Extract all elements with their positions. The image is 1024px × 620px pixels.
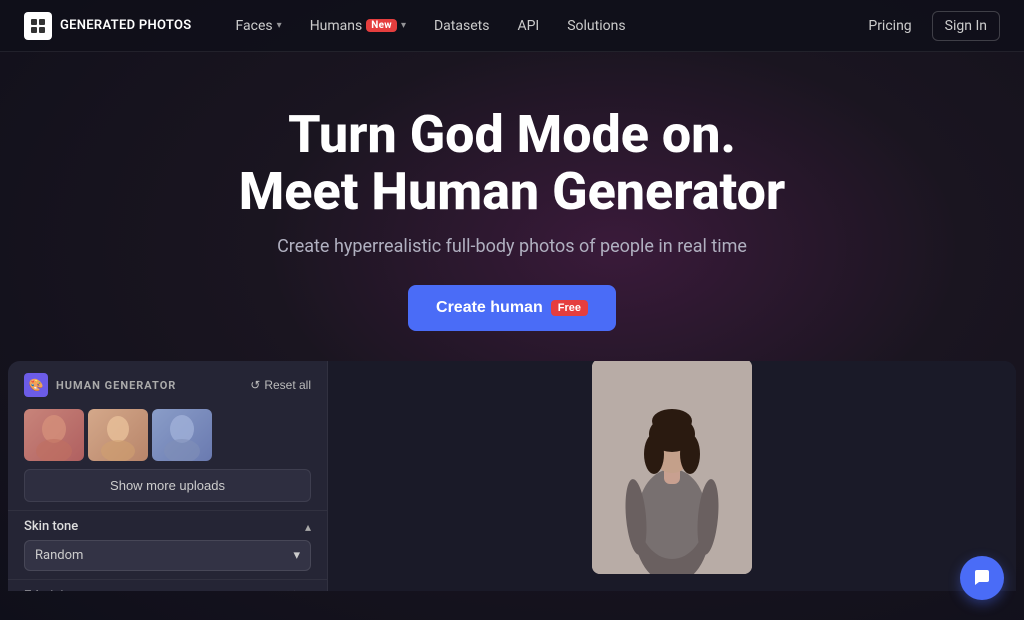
skin-tone-label: Skin tone [24, 519, 78, 534]
panel-header: 🎨 HUMAN GENERATOR ↺ Reset all [8, 361, 327, 405]
nav-item-datasets[interactable]: Datasets [422, 12, 501, 40]
signin-button[interactable]: Sign In [932, 11, 1000, 41]
nav-item-api[interactable]: API [505, 12, 551, 40]
generated-photo [592, 361, 752, 574]
hero-section: Turn God Mode on. Meet Human Generator C… [0, 52, 1024, 361]
skin-tone-control: Skin tone ▴ Random ▾ [8, 510, 327, 579]
panel-title-row: 🎨 HUMAN GENERATOR [24, 373, 176, 397]
chevron-down-icon: ▾ [293, 548, 300, 563]
hero-subtitle: Create hyperrealistic full-body photos o… [24, 236, 1000, 257]
nav-item-solutions[interactable]: Solutions [555, 12, 637, 40]
new-badge: New [366, 19, 397, 32]
panel-title: HUMAN GENERATOR [56, 379, 176, 392]
free-badge: Free [551, 300, 588, 316]
bottom-section: 🎨 HUMAN GENERATOR ↺ Reset all [8, 361, 1016, 591]
hero-title: Turn God Mode on. Meet Human Generator [24, 106, 1000, 220]
reset-button[interactable]: ↺ Reset all [250, 378, 311, 392]
show-more-uploads-button[interactable]: Show more uploads [24, 469, 311, 502]
panel-icon: 🎨 [24, 373, 48, 397]
nav-links: Faces ▾ Humans New ▾ Datasets API Soluti… [224, 12, 857, 40]
chat-button[interactable] [960, 556, 1004, 600]
reset-icon: ↺ [250, 378, 260, 392]
clear-icon[interactable]: ✕ [285, 588, 297, 591]
photo-area [328, 361, 1016, 591]
create-human-button[interactable]: Create human Free [408, 285, 616, 331]
logo[interactable]: GENERATED PHOTOS [24, 12, 192, 40]
nav-item-faces[interactable]: Faces ▾ [224, 12, 294, 40]
pricing-link[interactable]: Pricing [856, 12, 923, 40]
nav-item-humans[interactable]: Humans New ▾ [298, 12, 418, 40]
chevron-down-icon: ▾ [277, 20, 282, 31]
navigation: GENERATED PHOTOS Faces ▾ Humans New ▾ Da… [0, 0, 1024, 52]
thumbnail-2[interactable] [88, 409, 148, 461]
ethnicity-label: Ethnicity [24, 589, 74, 592]
skin-tone-select[interactable]: Random ▾ [24, 540, 311, 571]
thumbnail-3[interactable] [152, 409, 212, 461]
ethnicity-control: Ethnicity ✕ ▴ [8, 579, 327, 591]
nav-right: Pricing Sign In [856, 11, 1000, 41]
logo-text: GENERATED PHOTOS [60, 18, 192, 33]
left-panel: 🎨 HUMAN GENERATOR ↺ Reset all [8, 361, 328, 591]
thumbnail-1[interactable] [24, 409, 84, 461]
chevron-down-icon: ▾ [401, 20, 406, 31]
logo-icon [24, 12, 52, 40]
thumbnails-row [8, 405, 327, 467]
chevron-up-icon[interactable]: ▴ [305, 520, 311, 534]
